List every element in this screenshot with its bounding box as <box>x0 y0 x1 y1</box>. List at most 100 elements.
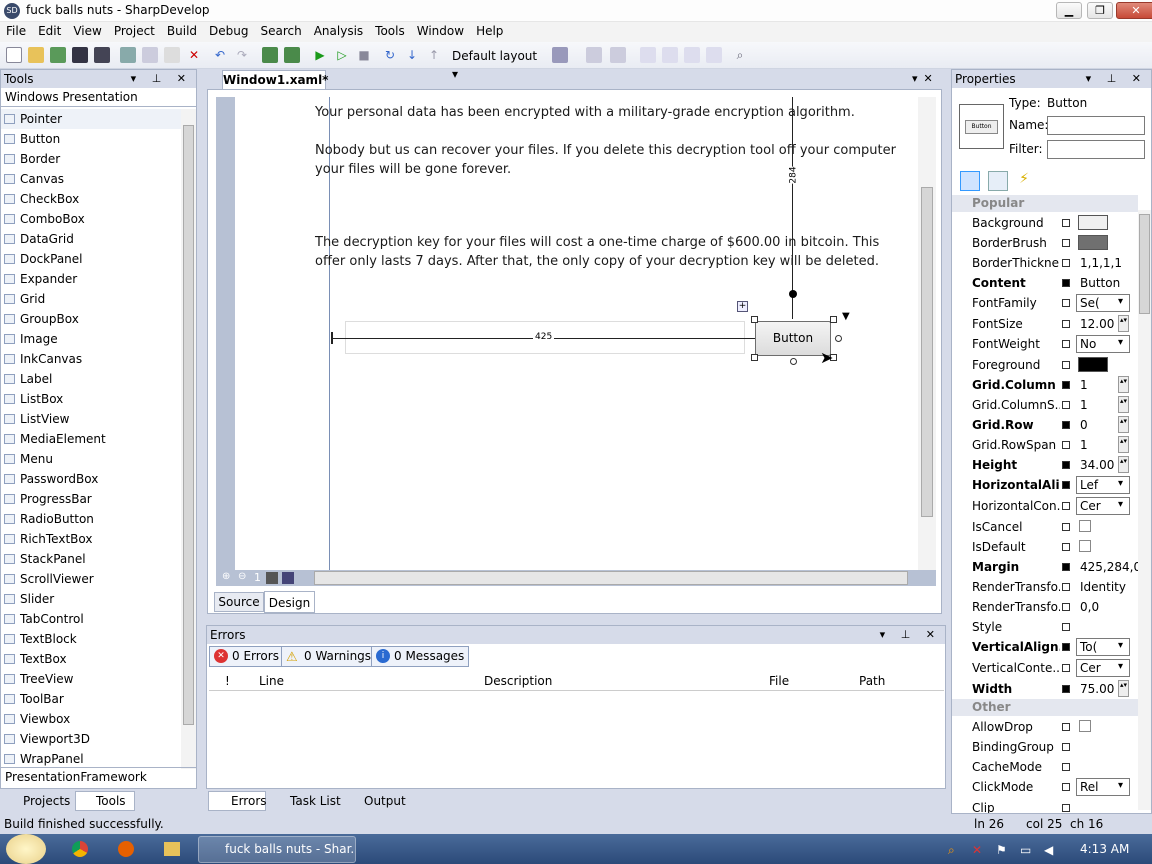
property-marker[interactable] <box>1062 401 1070 409</box>
property-value[interactable]: 1 <box>1080 398 1088 412</box>
property-row-clickmode[interactable]: ClickMode Rel ▾ <box>952 777 1138 797</box>
property-marker[interactable] <box>1062 723 1070 731</box>
tool-item-image[interactable]: Image <box>1 329 181 349</box>
build-icon[interactable] <box>262 47 278 63</box>
property-marker[interactable] <box>1062 583 1070 591</box>
maximize-button[interactable]: ❐ <box>1087 2 1113 19</box>
tab-design[interactable]: Design <box>264 591 315 613</box>
property-row-verticalconte[interactable]: VerticalConte... Cer ▾ <box>952 658 1138 678</box>
comment-icon[interactable] <box>552 47 568 63</box>
snap-toggle-icon[interactable] <box>282 572 294 584</box>
open-folder-icon[interactable] <box>28 47 44 63</box>
property-row-content[interactable]: Content Button <box>952 273 1138 293</box>
tool-item-dockpanel[interactable]: DockPanel <box>1 249 181 269</box>
category-popular[interactable]: Popular <box>952 195 1138 212</box>
menu-view[interactable]: View <box>67 22 107 40</box>
property-row-fontweight[interactable]: FontWeight No ▾ <box>952 334 1138 354</box>
property-row-background[interactable]: Background <box>952 213 1138 233</box>
col-line[interactable]: Line <box>259 674 284 688</box>
col-description[interactable]: Description <box>484 674 552 688</box>
property-value[interactable]: 1 <box>1080 438 1088 452</box>
property-marker[interactable] <box>1062 421 1070 429</box>
property-row-style[interactable]: Style <box>952 617 1138 637</box>
panel-pin-close-icon[interactable]: ▾ ⊥ ✕ <box>1086 70 1147 88</box>
stepper-icon[interactable]: ▴▾ <box>1118 680 1129 697</box>
property-row-bindinggroup[interactable]: BindingGroup <box>952 737 1138 757</box>
tool-item-stackpanel[interactable]: StackPanel <box>1 549 181 569</box>
next-bookmark-icon[interactable] <box>684 47 700 63</box>
margin-handle-top[interactable] <box>789 290 797 298</box>
tray-search-icon[interactable]: ⌕ <box>948 843 955 858</box>
clock[interactable]: 4:13 AM <box>1080 842 1129 856</box>
property-marker[interactable] <box>1062 685 1070 693</box>
clear-bookmarks-icon[interactable] <box>706 47 722 63</box>
property-value[interactable]: 1 <box>1080 378 1088 392</box>
property-marker[interactable] <box>1062 563 1070 571</box>
warnings-filter-button[interactable]: ⚠ 0 Warnings <box>281 646 377 667</box>
chevron-down-icon[interactable]: ▾ <box>1118 337 1123 348</box>
tool-item-canvas[interactable]: Canvas <box>1 169 181 189</box>
property-checkbox[interactable] <box>1079 540 1091 552</box>
resize-handle-right[interactable] <box>835 335 842 342</box>
stepper-icon[interactable]: ▴▾ <box>1118 315 1129 332</box>
save-icon[interactable] <box>72 47 88 63</box>
property-row-rendertransfo[interactable]: RenderTransfo... 0,0 <box>952 597 1138 617</box>
taskbar-sharpdevelop-button[interactable]: fuck balls nuts - Shar... <box>198 836 356 863</box>
property-value[interactable]: 0,0 <box>1080 600 1099 614</box>
property-marker[interactable] <box>1062 804 1070 812</box>
property-marker[interactable] <box>1062 219 1070 227</box>
tool-item-viewport3d[interactable]: Viewport3D <box>1 729 181 749</box>
property-row-borderthickne[interactable]: BorderThickne... 1,1,1,1 <box>952 253 1138 273</box>
grid-toggle-icon[interactable] <box>266 572 278 584</box>
color-swatch[interactable] <box>1078 215 1108 230</box>
property-row-foreground[interactable]: Foreground <box>952 355 1138 375</box>
property-row-horizontalcon[interactable]: HorizontalCon... Cer ▾ <box>952 496 1138 516</box>
col-severity[interactable]: ! <box>225 674 230 688</box>
property-row-allowdrop[interactable]: AllowDrop <box>952 717 1138 737</box>
canvas-vscroll-thumb[interactable] <box>921 187 933 517</box>
delete-icon[interactable]: ✕ <box>186 47 202 63</box>
minimize-button[interactable]: ▁ <box>1056 2 1082 19</box>
property-row-fontsize[interactable]: FontSize 12.00 ▴▾ <box>952 314 1138 334</box>
property-value[interactable]: 34.00 <box>1080 458 1114 472</box>
explorer-icon[interactable] <box>164 842 180 856</box>
col-file[interactable]: File <box>769 674 789 688</box>
category-other[interactable]: Other <box>952 699 1138 716</box>
property-marker[interactable] <box>1062 441 1070 449</box>
tool-item-richtextbox[interactable]: RichTextBox <box>1 529 181 549</box>
stop-icon[interactable]: ■ <box>356 47 372 63</box>
stepper-icon[interactable]: ▴▾ <box>1118 436 1129 453</box>
property-row-height[interactable]: Height 34.00 ▴▾ <box>952 455 1138 475</box>
tab-task-list[interactable]: Task List <box>270 792 344 811</box>
property-checkbox[interactable] <box>1079 720 1091 732</box>
resize-handle-tl[interactable] <box>751 316 758 323</box>
property-value[interactable]: 0 <box>1080 418 1088 432</box>
property-row-horizontalali[interactable]: HorizontalAli...Lef▾ <box>952 475 1138 495</box>
property-marker[interactable] <box>1062 461 1070 469</box>
property-marker[interactable] <box>1062 523 1070 531</box>
tool-item-slider[interactable]: Slider <box>1 589 181 609</box>
menu-debug[interactable]: Debug <box>203 22 254 40</box>
canvas-vertical-scrollbar[interactable] <box>918 97 936 570</box>
redo-icon[interactable]: ↷ <box>234 47 250 63</box>
tab-source[interactable]: Source <box>214 592 264 612</box>
property-row-borderbrush[interactable]: BorderBrush <box>952 233 1138 253</box>
property-marker[interactable] <box>1062 783 1070 791</box>
tray-network-icon[interactable]: ✕ <box>972 843 982 857</box>
paste-icon[interactable] <box>164 47 180 63</box>
cut-icon[interactable] <box>120 47 136 63</box>
stepper-icon[interactable]: ▴▾ <box>1118 456 1129 473</box>
property-marker[interactable] <box>1062 340 1070 348</box>
layout-select[interactable]: Default layout ▾ <box>452 47 542 81</box>
tool-item-progressbar[interactable]: ProgressBar <box>1 489 181 509</box>
chevron-down-icon[interactable]: ▾ <box>1118 478 1123 489</box>
tool-item-expander[interactable]: Expander <box>1 269 181 289</box>
property-row-verticalalign[interactable]: VerticalAlign...To(▾ <box>952 637 1138 657</box>
name-input[interactable] <box>1047 116 1145 135</box>
menu-window[interactable]: Window <box>411 22 470 40</box>
property-value[interactable]: Identity <box>1080 580 1126 594</box>
chevron-down-icon[interactable]: ▾ <box>1118 780 1123 791</box>
move-handle-icon[interactable]: + <box>737 301 748 312</box>
resize-handle-tr[interactable] <box>830 316 837 323</box>
property-marker[interactable] <box>1062 643 1070 651</box>
